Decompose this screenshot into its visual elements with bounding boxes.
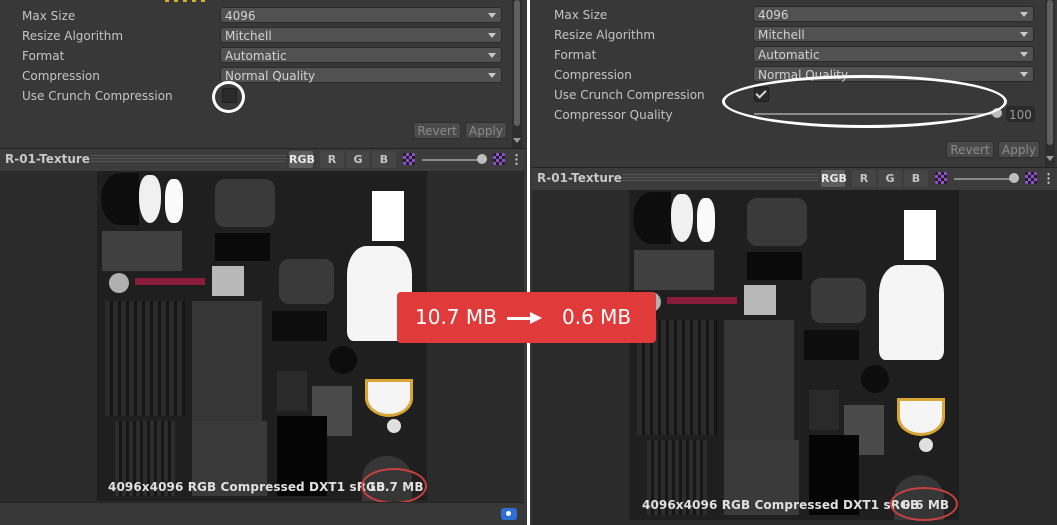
right-inspector-panel: Max Size 4096 Resize Algorithm Mitchell … [532, 0, 1057, 525]
channel-b-button[interactable]: B [372, 151, 396, 168]
resize-algorithm-dropdown[interactable]: Mitchell [220, 27, 502, 43]
quality-value: 100 [1009, 108, 1032, 122]
apply-button[interactable]: Apply [465, 122, 507, 139]
revert-button[interactable]: Revert [946, 141, 994, 158]
compressor-quality-label: Compressor Quality [554, 108, 673, 122]
texture-image [629, 190, 959, 520]
inspector-scrollbar[interactable] [512, 0, 522, 148]
alpha-channel-icon[interactable] [935, 172, 947, 184]
resize-algorithm-row: Resize Algorithm Mitchell [554, 26, 1035, 44]
crunch-row: Use Crunch Compression [22, 87, 502, 105]
resize-algorithm-value: Mitchell [225, 29, 272, 43]
checker-toggle-icon[interactable] [493, 153, 505, 165]
drag-grip[interactable] [622, 174, 818, 182]
channel-r-button[interactable]: R [320, 151, 344, 168]
format-row: Format Automatic [22, 47, 502, 65]
mip-slider-knob[interactable] [477, 154, 487, 164]
inspector-scrollbar[interactable] [1045, 0, 1055, 167]
scroll-down-icon[interactable] [1046, 156, 1054, 161]
highlight-ellipse [722, 75, 1007, 128]
compression-label: Compression [554, 68, 632, 82]
format-dropdown[interactable]: Automatic [220, 47, 502, 63]
preview-title: R-01-Texture [537, 171, 622, 185]
compression-value: Normal Quality [225, 69, 316, 83]
compression-label: Compression [22, 69, 100, 83]
arrow-head-icon [530, 312, 542, 324]
drag-grip[interactable] [90, 155, 286, 163]
callout-from-size: 10.7 MB [415, 305, 497, 329]
texture-preview-area: 4096x4096 RGB Compressed DXT1 sRGB 0.6 M… [532, 190, 1057, 525]
crunch-label: Use Crunch Compression [554, 88, 705, 102]
texture-info: 4096x4096 RGB Compressed DXT1 sRGB [642, 498, 920, 512]
crunch-label: Use Crunch Compression [22, 89, 173, 103]
max-size-label: Max Size [554, 8, 608, 22]
chevron-down-icon [1020, 72, 1028, 77]
tag-icon[interactable] [501, 508, 517, 520]
import-settings: Max Size 4096 Resize Algorithm Mitchell … [532, 0, 1057, 167]
resize-algorithm-value: Mitchell [758, 28, 805, 42]
resize-algorithm-label: Resize Algorithm [22, 29, 124, 43]
scroll-thumb[interactable] [1047, 0, 1053, 145]
chevron-down-icon [488, 13, 496, 18]
chevron-down-icon [1020, 32, 1028, 37]
resize-algorithm-label: Resize Algorithm [554, 28, 656, 42]
scroll-thumb[interactable] [514, 0, 520, 126]
highlight-circle [212, 81, 245, 113]
channel-g-button[interactable]: G [346, 151, 370, 168]
texture-image [97, 171, 427, 501]
channel-b-button[interactable]: B [904, 170, 928, 187]
format-dropdown[interactable]: Automatic [753, 46, 1034, 62]
texture-info: 4096x4096 RGB Compressed DXT1 sRGB [108, 480, 386, 494]
channel-g-button[interactable]: G [878, 170, 902, 187]
format-value: Automatic [225, 49, 287, 63]
max-size-label: Max Size [22, 9, 76, 23]
chevron-down-icon [1020, 12, 1028, 17]
callout-to-size: 0.6 MB [562, 305, 632, 329]
revert-button[interactable]: Revert [413, 122, 461, 139]
chevron-down-icon [488, 33, 496, 38]
mip-slider-knob[interactable] [1009, 173, 1019, 183]
format-row: Format Automatic [554, 46, 1035, 64]
scroll-down-icon[interactable] [513, 138, 521, 143]
resize-algorithm-row: Resize Algorithm Mitchell [22, 27, 502, 45]
format-label: Format [554, 48, 597, 62]
mip-slider-track[interactable] [422, 159, 484, 161]
format-value: Automatic [758, 48, 820, 62]
divider-line [527, 0, 530, 525]
resize-algorithm-dropdown[interactable]: Mitchell [753, 26, 1034, 42]
more-options-icon[interactable] [515, 153, 518, 166]
max-size-dropdown[interactable]: 4096 [753, 6, 1034, 22]
max-size-value: 4096 [758, 8, 789, 22]
preview-title: R-01-Texture [5, 152, 90, 166]
max-size-dropdown[interactable]: 4096 [220, 7, 502, 23]
max-size-row: Max Size 4096 [554, 6, 1035, 24]
checker-toggle-icon[interactable] [1025, 172, 1037, 184]
preview-toolbar: R-01-Texture RGB R G B [0, 148, 524, 172]
apply-button[interactable]: Apply [998, 141, 1040, 158]
size-highlight-circle [890, 487, 958, 521]
channel-rgb-button[interactable]: RGB [289, 151, 315, 168]
channel-r-button[interactable]: R [852, 170, 876, 187]
format-label: Format [22, 49, 65, 63]
import-settings: Max Size 4096 Resize Algorithm Mitchell … [0, 0, 524, 148]
max-size-row: Max Size 4096 [22, 7, 502, 25]
chevron-down-icon [1020, 52, 1028, 57]
chevron-down-icon [488, 73, 496, 78]
size-highlight-circle [361, 468, 427, 504]
more-options-icon[interactable] [1047, 172, 1050, 185]
preview-toolbar: R-01-Texture RGB R G B [532, 167, 1057, 191]
compression-row: Compression Normal Quality [22, 67, 502, 85]
alpha-channel-icon[interactable] [403, 153, 415, 165]
left-inspector-panel: Max Size 4096 Resize Algorithm Mitchell … [0, 0, 524, 525]
size-comparison-callout: 10.7 MB 0.6 MB [397, 292, 656, 343]
rating-stars-strip [165, 0, 205, 2]
compression-dropdown[interactable]: Normal Quality [220, 67, 502, 83]
channel-rgb-button[interactable]: RGB [821, 170, 847, 187]
mip-slider-track[interactable] [954, 178, 1016, 180]
chevron-down-icon [488, 53, 496, 58]
quality-value-field[interactable]: 100 [1006, 106, 1035, 122]
max-size-value: 4096 [225, 9, 256, 23]
status-bar [0, 502, 524, 525]
